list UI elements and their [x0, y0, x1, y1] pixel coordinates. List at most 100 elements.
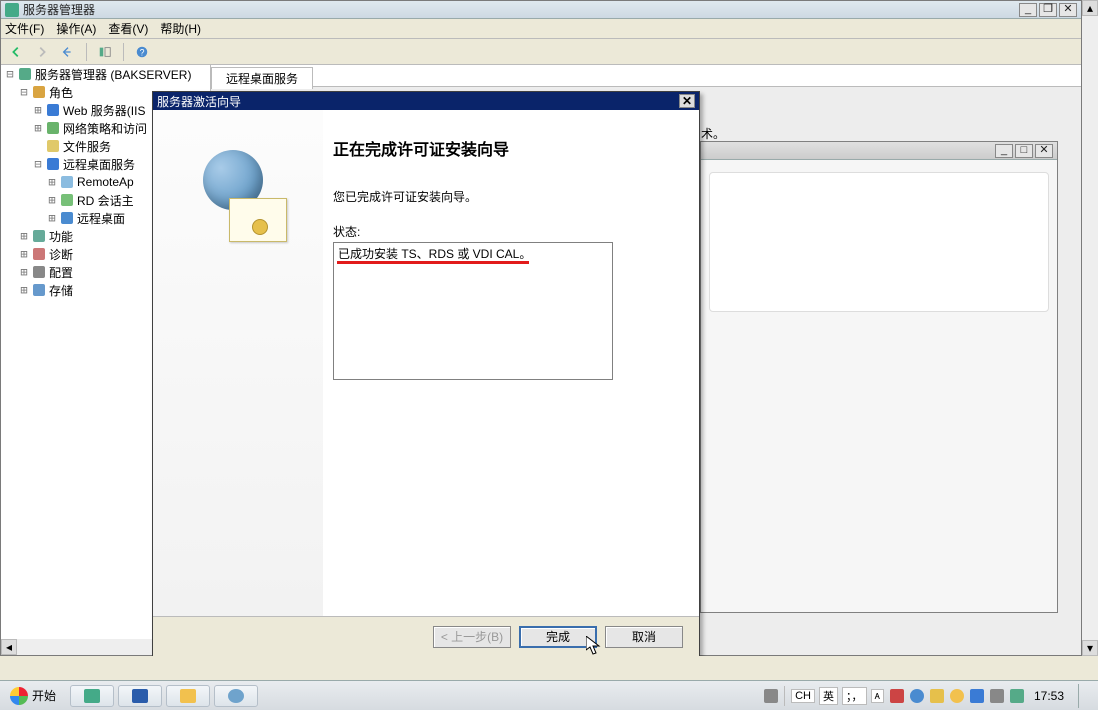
help-button[interactable]: ? — [131, 42, 153, 62]
menu-file[interactable]: 文件(F) — [5, 20, 44, 37]
expand-icon[interactable]: ⊞ — [31, 121, 45, 135]
server-icon — [84, 689, 100, 703]
menubar: 文件(F) 操作(A) 查看(V) 帮助(H) — [1, 19, 1081, 39]
iis-icon — [45, 103, 61, 117]
ime-lang[interactable]: 英 — [819, 687, 838, 705]
frame-bottom — [0, 656, 1098, 680]
tree-files[interactable]: 文件服务 — [63, 138, 111, 155]
licensing-icon — [228, 689, 244, 703]
menu-action[interactable]: 操作(A) — [56, 20, 96, 37]
toolbar-separator — [86, 43, 87, 61]
task-powershell[interactable] — [118, 685, 162, 707]
scroll-track[interactable] — [1082, 16, 1098, 640]
toolbar-separator — [123, 43, 124, 61]
ime-full[interactable]: ᴀ — [871, 689, 884, 703]
tree-iis[interactable]: Web 服务器(IIS — [63, 102, 145, 119]
tree-remoteapp[interactable]: RemoteAp — [77, 175, 134, 189]
status-text: 已成功安装 TS、RDS 或 VDI CAL。 — [338, 247, 531, 261]
tree-rdconn[interactable]: 远程桌面 — [77, 210, 125, 227]
outer-vscroll[interactable]: ▴ ▾ — [1082, 0, 1098, 656]
server-icon — [17, 67, 33, 81]
svg-text:?: ? — [140, 47, 145, 57]
tray-alert-icon[interactable] — [930, 689, 944, 703]
restore-button[interactable]: ❐ — [1039, 3, 1057, 17]
tree-rds[interactable]: 远程桌面服务 — [63, 156, 135, 173]
close-button[interactable]: ✕ — [1035, 144, 1053, 158]
rds-icon — [45, 157, 61, 171]
status-box: 已成功安装 TS、RDS 或 VDI CAL。 — [333, 242, 613, 380]
storage-icon — [31, 283, 47, 297]
task-explorer[interactable] — [166, 685, 210, 707]
menu-view[interactable]: 查看(V) — [108, 20, 148, 37]
forward-button[interactable] — [31, 42, 53, 62]
tree-storage[interactable]: 存储 — [49, 282, 73, 299]
wizard-title: 服务器激活向导 — [157, 93, 241, 110]
task-server-manager[interactable] — [70, 685, 114, 707]
expand-icon[interactable]: ⊟ — [3, 67, 17, 81]
maximize-button[interactable]: □ — [1015, 144, 1033, 158]
remoteapp-icon — [59, 175, 75, 189]
certificate-icon — [229, 198, 287, 242]
desktop: 服务器管理器 _ ❐ ✕ 文件(F) 操作(A) 查看(V) 帮助(H) ? — [0, 0, 1098, 710]
wizard-footer: < 上一步(B) 完成 取消 — [153, 616, 699, 656]
tree-roles[interactable]: 角色 — [49, 84, 73, 101]
features-icon — [31, 229, 47, 243]
wizard-dialog: 服务器激活向导 ✕ 正在完成许可证安装向导 您已完成许可证安装向导。 状态: 已… — [152, 91, 700, 657]
app-icon — [5, 3, 19, 17]
tray-shield-icon[interactable] — [890, 689, 904, 703]
clock[interactable]: 17:53 — [1030, 689, 1068, 703]
expand-icon[interactable]: ⊞ — [17, 229, 31, 243]
ime-punct[interactable]: ；， — [842, 687, 867, 705]
ime-bar[interactable]: CH 英 ；， ᴀ — [791, 687, 884, 705]
menu-help[interactable]: 帮助(H) — [160, 20, 201, 37]
back-button[interactable] — [5, 42, 27, 62]
cancel-button[interactable]: 取消 — [605, 626, 683, 648]
ime-ch[interactable]: CH — [791, 689, 815, 703]
expand-icon[interactable]: ⊞ — [17, 247, 31, 261]
tree-rdhost[interactable]: RD 会话主 — [77, 192, 134, 209]
show-hide-tree-button[interactable] — [94, 42, 116, 62]
expand-icon[interactable]: ⊟ — [31, 157, 45, 171]
expand-icon[interactable]: ⊞ — [17, 265, 31, 279]
tree-root[interactable]: 服务器管理器 (BAKSERVER) — [35, 66, 191, 83]
start-button[interactable]: 开始 — [0, 681, 66, 710]
tray-update-icon[interactable] — [950, 689, 964, 703]
system-tray: CH 英 ；， ᴀ 17:53 — [758, 681, 1098, 710]
expand-icon[interactable]: ⊞ — [17, 283, 31, 297]
rdhost-icon — [59, 193, 75, 207]
scroll-down-icon[interactable]: ▾ — [1082, 640, 1098, 656]
expand-icon[interactable]: ⊞ — [31, 103, 45, 117]
close-button[interactable]: ✕ — [679, 94, 695, 108]
content-tab[interactable]: 远程桌面服务 — [211, 67, 313, 89]
content-text-fragment: 术。 — [701, 125, 725, 142]
tree-diag[interactable]: 诊断 — [49, 246, 73, 263]
tray-net-icon[interactable] — [970, 689, 984, 703]
tree-nap[interactable]: 网络策略和访问 — [63, 120, 147, 137]
finish-button[interactable]: 完成 — [519, 626, 597, 648]
up-button[interactable] — [57, 42, 79, 62]
tray-help-icon[interactable] — [910, 689, 924, 703]
wizard-graphic — [183, 150, 293, 270]
show-desktop-button[interactable] — [1078, 684, 1092, 708]
expand-icon[interactable]: ⊞ — [45, 193, 59, 207]
powershell-icon — [132, 689, 148, 703]
tree-config[interactable]: 配置 — [49, 264, 73, 281]
wizard-titlebar[interactable]: 服务器激活向导 ✕ — [153, 92, 699, 110]
wizard-body: 正在完成许可证安装向导 您已完成许可证安装向导。 状态: 已成功安装 TS、RD… — [153, 110, 699, 616]
tray-network-icon[interactable] — [764, 689, 778, 703]
scroll-up-icon[interactable]: ▴ — [1082, 0, 1098, 16]
minimize-button[interactable]: _ — [1019, 3, 1037, 17]
tree-features[interactable]: 功能 — [49, 228, 73, 245]
expand-icon[interactable]: ⊞ — [45, 175, 59, 189]
minimize-button[interactable]: _ — [995, 144, 1013, 158]
tray-sound-icon[interactable] — [990, 689, 1004, 703]
close-button[interactable]: ✕ — [1059, 3, 1077, 17]
tray-misc-icon[interactable] — [1010, 689, 1024, 703]
wizard-heading: 正在完成许可证安装向导 — [333, 136, 679, 160]
expand-icon[interactable]: ⊞ — [45, 211, 59, 225]
titlebar[interactable]: 服务器管理器 _ ❐ ✕ — [1, 1, 1081, 19]
task-licensing[interactable] — [214, 685, 258, 707]
scroll-left-icon[interactable]: ◂ — [1, 639, 17, 655]
sub-titlebar[interactable]: _ □ ✕ — [701, 142, 1057, 160]
expand-icon[interactable]: ⊟ — [17, 85, 31, 99]
